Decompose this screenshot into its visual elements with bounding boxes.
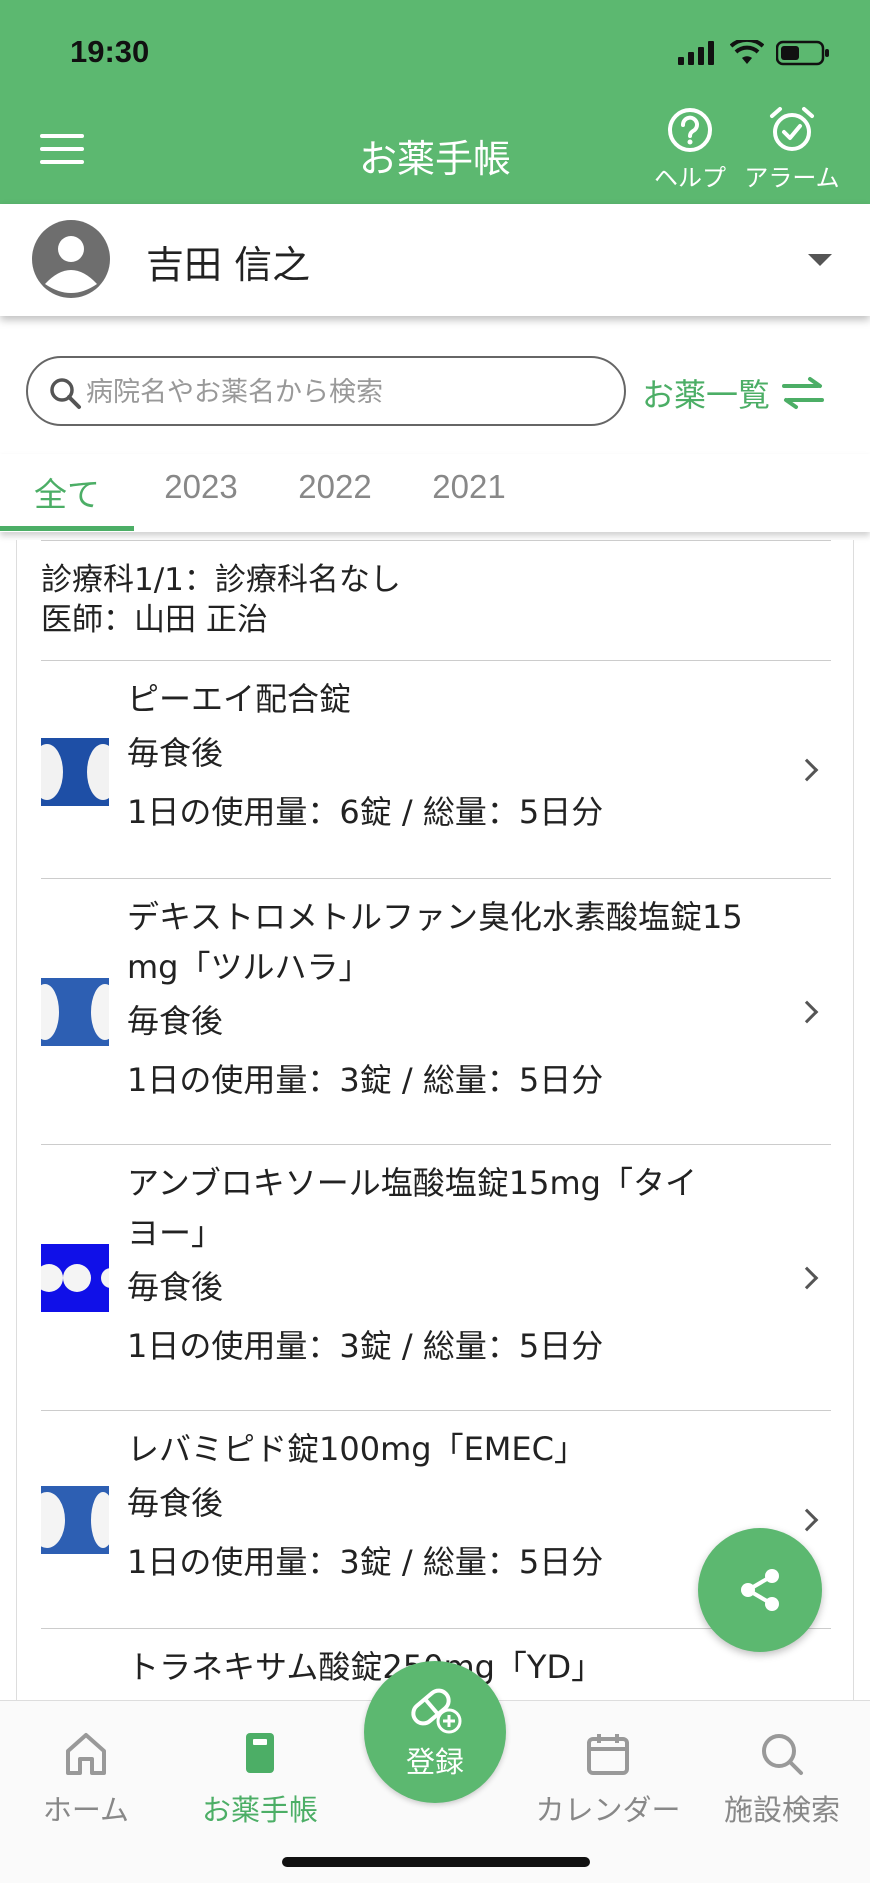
register-label: 登録 xyxy=(405,1745,464,1779)
medicine-dosage: 1日の使用量：3錠 / 総量：5日分 xyxy=(127,1327,604,1365)
active-tab-indicator xyxy=(0,526,134,531)
help-button[interactable]: ヘルプ xyxy=(640,106,740,193)
medicine-name: mg「ツルハラ」 xyxy=(127,948,371,986)
tab-2022[interactable]: 2022 xyxy=(268,468,402,506)
medicine-timing: 毎食後 xyxy=(127,1002,224,1040)
chevron-right-icon xyxy=(795,1266,819,1290)
bottom-navigation: ホーム お薬手帳 登録 カレンダー 施設検索 xyxy=(0,1661,870,1883)
medicine-item[interactable]: アンブロキソール塩酸塩錠15mg「タイ ヨー」 毎食後 1日の使用量：3錠 / … xyxy=(41,1144,831,1410)
clinic-info: 診療科1/1：診療科名なし 医師：山田 正治 xyxy=(41,560,401,640)
calendar-icon xyxy=(587,1734,629,1775)
nav-calendar[interactable]: カレンダー xyxy=(528,1731,688,1829)
search-icon xyxy=(50,378,81,409)
wifi-icon xyxy=(730,40,764,64)
medicine-dosage: 1日の使用量：3錠 / 総量：5日分 xyxy=(127,1061,604,1099)
pill-add-icon xyxy=(411,1688,462,1734)
pill-image xyxy=(41,978,109,1046)
search-box[interactable] xyxy=(26,356,626,426)
status-time: 19:30 xyxy=(70,34,150,69)
medicine-dosage: 1日の使用量：6錠 / 総量：5日分 xyxy=(127,793,604,831)
department-text: 診療科1/1：診療科名なし xyxy=(41,562,401,598)
nav-facility-search[interactable]: 施設検索 xyxy=(702,1731,862,1829)
nav-facility-search-label: 施設検索 xyxy=(723,1793,840,1827)
medicine-name: レバミピド錠100mg「EMEC」 xyxy=(127,1430,586,1468)
prescription-card: 診療科1/1：診療科名なし 医師：山田 正治 ピーエイ配合錠 毎食後 1日の使用… xyxy=(16,540,854,1700)
med-list-label: お薬一覧 xyxy=(642,376,771,414)
chevron-right-icon xyxy=(795,1508,819,1532)
alarm-button[interactable]: アラーム xyxy=(742,106,842,193)
pill-image xyxy=(41,1244,109,1312)
medicine-item[interactable]: ピーエイ配合錠 毎食後 1日の使用量：6錠 / 総量：5日分 xyxy=(41,660,831,878)
nav-calendar-label: カレンダー xyxy=(535,1793,681,1827)
medicine-name: デキストロメトルファン臭化水素酸塩錠15 xyxy=(127,898,743,936)
nav-notebook[interactable]: お薬手帳 xyxy=(180,1731,340,1829)
tab-2023[interactable]: 2023 xyxy=(134,468,268,506)
med-list-toggle[interactable]: お薬一覧 xyxy=(642,370,826,416)
share-button[interactable] xyxy=(698,1528,822,1652)
year-tabs: 全て 2023 2022 2021 xyxy=(0,454,870,532)
pill-image xyxy=(41,738,109,806)
profile-selector[interactable]: 吉田 信之 xyxy=(0,204,870,316)
nav-notebook-label: お薬手帳 xyxy=(201,1793,318,1827)
avatar xyxy=(32,220,110,298)
home-indicator xyxy=(282,1857,590,1867)
battery-icon xyxy=(776,40,829,66)
notebook-icon xyxy=(246,1733,274,1773)
alarm-label: アラーム xyxy=(744,164,840,192)
doctor-text: 医師：山田 正治 xyxy=(41,602,268,638)
status-icons xyxy=(678,40,830,66)
medicine-timing: 毎食後 xyxy=(127,1268,224,1306)
divider xyxy=(41,540,831,541)
medicine-timing: 毎食後 xyxy=(127,734,224,772)
profile-name: 吉田 信之 xyxy=(146,243,311,287)
tab-2021[interactable]: 2021 xyxy=(402,468,536,506)
medicine-name: ピーエイ配合錠 xyxy=(127,680,352,718)
chevron-right-icon xyxy=(795,1000,819,1024)
medicine-item[interactable]: デキストロメトルファン臭化水素酸塩錠15 mg「ツルハラ」 毎食後 1日の使用量… xyxy=(41,878,831,1144)
help-label: ヘルプ xyxy=(654,164,726,192)
alarm-icon xyxy=(770,107,814,151)
nav-home[interactable]: ホーム xyxy=(6,1731,166,1829)
help-icon xyxy=(668,108,712,152)
search-input[interactable] xyxy=(86,372,586,412)
tab-all[interactable]: 全て xyxy=(0,468,134,516)
user-icon xyxy=(45,236,97,293)
swap-icon xyxy=(782,377,825,409)
medicine-name: ヨー」 xyxy=(127,1214,224,1252)
signal-icon xyxy=(678,41,714,65)
pill-image xyxy=(41,1486,109,1554)
chevron-right-icon xyxy=(795,758,819,782)
medicine-timing: 毎食後 xyxy=(127,1484,224,1522)
medicine-name: アンブロキソール塩酸塩錠15mg「タイ xyxy=(127,1164,697,1202)
home-icon xyxy=(66,1733,106,1775)
app-header: 19:30 お薬手帳 ヘルプ アラーム xyxy=(0,0,870,204)
caret-down-icon[interactable] xyxy=(808,254,832,266)
register-button[interactable]: 登録 xyxy=(364,1661,506,1803)
share-icon xyxy=(741,1569,779,1611)
nav-home-label: ホーム xyxy=(42,1793,130,1827)
medicine-dosage: 1日の使用量：3錠 / 総量：5日分 xyxy=(127,1543,604,1581)
search-icon xyxy=(762,1734,803,1775)
